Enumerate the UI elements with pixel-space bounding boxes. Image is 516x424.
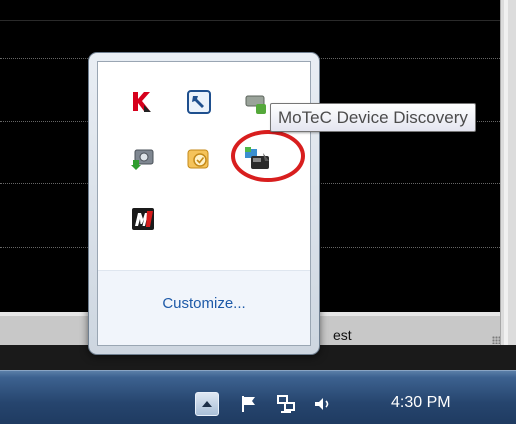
customize-link[interactable]: Customize... [98, 295, 310, 312]
remote-tool-icon[interactable] [187, 90, 211, 114]
show-hidden-icons-button[interactable] [195, 392, 219, 416]
background-partial-label: est [333, 327, 352, 343]
volume-icon[interactable] [311, 393, 333, 415]
action-center-flag-icon[interactable] [238, 393, 260, 415]
window-frame-edge [500, 0, 516, 345]
camera-download-icon[interactable] [131, 147, 155, 171]
grid-line [0, 20, 500, 21]
popup-footer: Customize... [98, 270, 310, 345]
network-device-icon[interactable] [244, 92, 268, 116]
network-icon[interactable] [275, 393, 297, 415]
outlook-icon[interactable] [187, 147, 211, 171]
chevron-up-icon [202, 401, 212, 407]
taskbar-clock[interactable]: 4:30 PM [391, 394, 451, 412]
kaspersky-icon[interactable] [130, 90, 154, 114]
highlight-circle [231, 130, 305, 182]
motec-m-icon[interactable] [131, 207, 155, 231]
resize-grip[interactable] [492, 336, 500, 344]
tooltip: MoTeC Device Discovery [270, 103, 476, 132]
